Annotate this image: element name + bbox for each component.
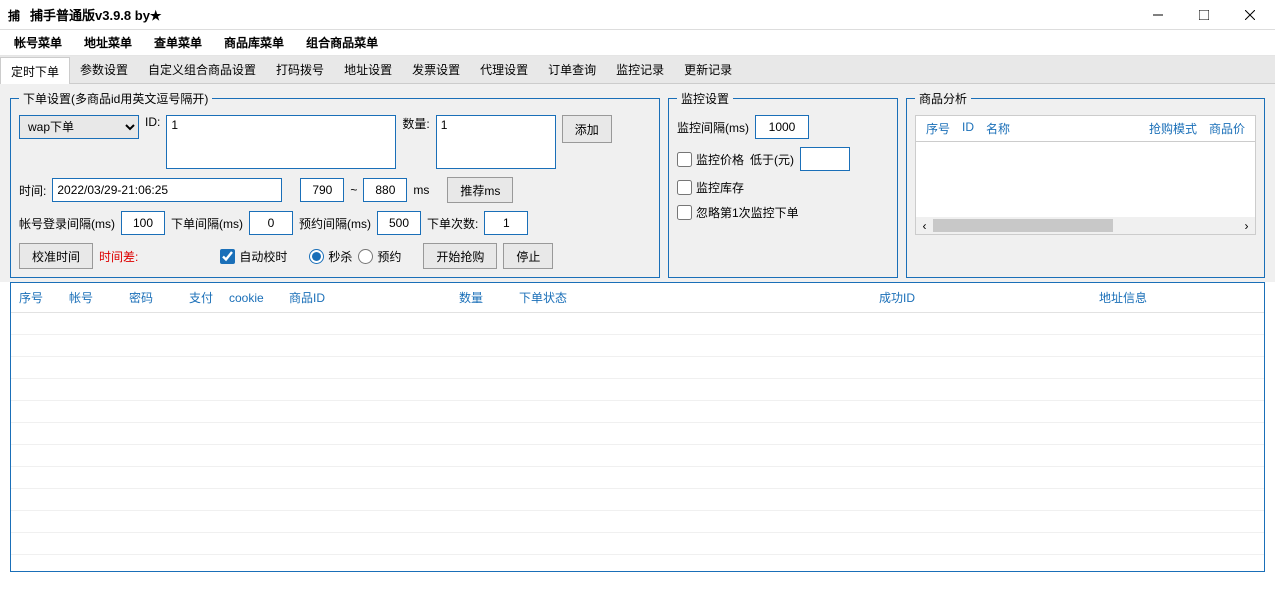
table-row[interactable] xyxy=(11,423,1264,445)
calibrate-time-button[interactable]: 校准时间 xyxy=(19,243,93,269)
chk-monitor-price[interactable]: 监控价格 xyxy=(677,151,744,168)
analyze-col-id[interactable]: ID xyxy=(956,120,980,137)
login-interval-input[interactable] xyxy=(121,211,165,235)
qty-label: 数量: xyxy=(402,115,429,132)
ms-sep: ~ xyxy=(350,183,357,197)
titlebar: 捕 捕手普通版v3.9.8 by★ xyxy=(0,0,1275,30)
monitor-interval-label: 监控间隔(ms) xyxy=(677,119,749,136)
menu-combo-product[interactable]: 组合商品菜单 xyxy=(300,30,384,55)
ms-from-input[interactable] xyxy=(300,178,344,202)
analyze-table: 序号 ID 名称 抢购模式 商品价 ‹ › xyxy=(915,115,1256,235)
product-analyze-group: 商品分析 序号 ID 名称 抢购模式 商品价 ‹ › xyxy=(906,90,1265,278)
col-product-id[interactable]: 商品ID xyxy=(281,283,451,313)
tab-param-settings[interactable]: 参数设置 xyxy=(70,56,138,83)
menu-product-lib[interactable]: 商品库菜单 xyxy=(218,30,290,55)
col-pay[interactable]: 支付 xyxy=(181,283,221,313)
table-row[interactable] xyxy=(11,467,1264,489)
analyze-col-mode[interactable]: 抢购模式 xyxy=(1143,120,1203,137)
table-row[interactable] xyxy=(11,445,1264,467)
analyze-legend: 商品分析 xyxy=(915,90,971,107)
menu-account[interactable]: 帐号菜单 xyxy=(8,30,68,55)
ms-to-input[interactable] xyxy=(363,178,407,202)
id-label: ID: xyxy=(145,115,160,129)
reserve-interval-label: 预约间隔(ms) xyxy=(299,215,371,232)
time-diff-label: 时间差: xyxy=(99,248,138,265)
table-row[interactable] xyxy=(11,313,1264,335)
table-row[interactable] xyxy=(11,511,1264,533)
minimize-button[interactable] xyxy=(1135,0,1181,30)
col-success-id[interactable]: 成功ID xyxy=(871,283,1091,313)
table-row[interactable] xyxy=(11,533,1264,555)
col-account[interactable]: 帐号 xyxy=(61,283,121,313)
chk-monitor-stock[interactable]: 监控库存 xyxy=(677,179,744,196)
window-title: 捕手普通版v3.9.8 by★ xyxy=(30,5,162,24)
table-row[interactable] xyxy=(11,335,1264,357)
time-input[interactable] xyxy=(52,178,282,202)
analyze-col-price[interactable]: 商品价 xyxy=(1203,120,1251,137)
monitor-settings-group: 监控设置 监控间隔(ms) 监控价格 低于(元) 监控库存 忽略第1次监控下单 xyxy=(668,90,898,278)
tabbar: 定时下单 参数设置 自定义组合商品设置 打码拨号 地址设置 发票设置 代理设置 … xyxy=(0,56,1275,84)
col-cookie[interactable]: cookie xyxy=(221,283,281,313)
below-label: 低于(元) xyxy=(750,151,794,168)
analyze-col-seq[interactable]: 序号 xyxy=(920,120,956,137)
tab-monitor-log[interactable]: 监控记录 xyxy=(606,56,674,83)
scroll-right-icon[interactable]: › xyxy=(1238,217,1255,234)
col-password[interactable]: 密码 xyxy=(121,283,181,313)
table-row[interactable] xyxy=(11,401,1264,423)
menubar: 帐号菜单 地址菜单 查单菜单 商品库菜单 组合商品菜单 xyxy=(0,30,1275,56)
stop-button[interactable]: 停止 xyxy=(503,243,553,269)
menu-orderquery[interactable]: 查单菜单 xyxy=(148,30,208,55)
add-button[interactable]: 添加 xyxy=(562,115,612,143)
chk-ignore-first[interactable]: 忽略第1次监控下单 xyxy=(677,204,799,221)
order-settings-legend: 下单设置(多商品id用英文逗号隔开) xyxy=(19,90,212,107)
tab-proxy-settings[interactable]: 代理设置 xyxy=(470,56,538,83)
table-row[interactable] xyxy=(11,489,1264,511)
tab-timed-order[interactable]: 定时下单 xyxy=(0,57,70,84)
below-input[interactable] xyxy=(800,147,850,171)
time-label: 时间: xyxy=(19,182,46,199)
tab-custom-combo[interactable]: 自定义组合商品设置 xyxy=(138,56,266,83)
radio-reserve[interactable]: 预约 xyxy=(358,248,401,265)
tab-order-query[interactable]: 订单查询 xyxy=(538,56,606,83)
analyze-hscroll[interactable]: ‹ › xyxy=(916,217,1255,234)
monitor-interval-input[interactable] xyxy=(755,115,809,139)
col-order-status[interactable]: 下单状态 xyxy=(511,283,871,313)
recommend-ms-button[interactable]: 推荐ms xyxy=(447,177,513,203)
order-count-label: 下单次数: xyxy=(427,215,478,232)
analyze-col-name[interactable]: 名称 xyxy=(980,120,1016,137)
login-interval-label: 帐号登录间隔(ms) xyxy=(19,215,115,232)
order-count-input[interactable] xyxy=(484,211,528,235)
tab-captcha-dial[interactable]: 打码拨号 xyxy=(266,56,334,83)
tab-update-log[interactable]: 更新记录 xyxy=(674,56,742,83)
tab-address-settings[interactable]: 地址设置 xyxy=(334,56,402,83)
maximize-button[interactable] xyxy=(1181,0,1227,30)
start-button[interactable]: 开始抢购 xyxy=(423,243,497,269)
col-address-info[interactable]: 地址信息 xyxy=(1091,283,1264,313)
order-settings-group: 下单设置(多商品id用英文逗号隔开) wap下单 ID: 1 数量: 1 添加 … xyxy=(10,90,660,278)
auto-calibrate-checkbox[interactable]: 自动校时 xyxy=(220,248,287,265)
tab-invoice-settings[interactable]: 发票设置 xyxy=(402,56,470,83)
qty-input[interactable]: 1 xyxy=(436,115,556,169)
table-row[interactable] xyxy=(11,357,1264,379)
order-interval-label: 下单间隔(ms) xyxy=(171,215,243,232)
radio-seckill[interactable]: 秒杀 xyxy=(309,248,352,265)
table-row[interactable] xyxy=(11,379,1264,401)
order-interval-input[interactable] xyxy=(249,211,293,235)
close-button[interactable] xyxy=(1227,0,1273,30)
col-seq[interactable]: 序号 xyxy=(11,283,61,313)
menu-address[interactable]: 地址菜单 xyxy=(78,30,138,55)
scroll-left-icon[interactable]: ‹ xyxy=(916,217,933,234)
main-table: 序号 帐号 密码 支付 cookie 商品ID 数量 下单状态 成功ID 地址信… xyxy=(10,282,1265,572)
reserve-interval-input[interactable] xyxy=(377,211,421,235)
col-qty[interactable]: 数量 xyxy=(451,283,511,313)
app-icon: 捕 xyxy=(8,7,24,23)
order-mode-select[interactable]: wap下单 xyxy=(19,115,139,139)
id-input[interactable]: 1 xyxy=(166,115,396,169)
monitor-legend: 监控设置 xyxy=(677,90,733,107)
ms-unit: ms xyxy=(413,183,429,197)
